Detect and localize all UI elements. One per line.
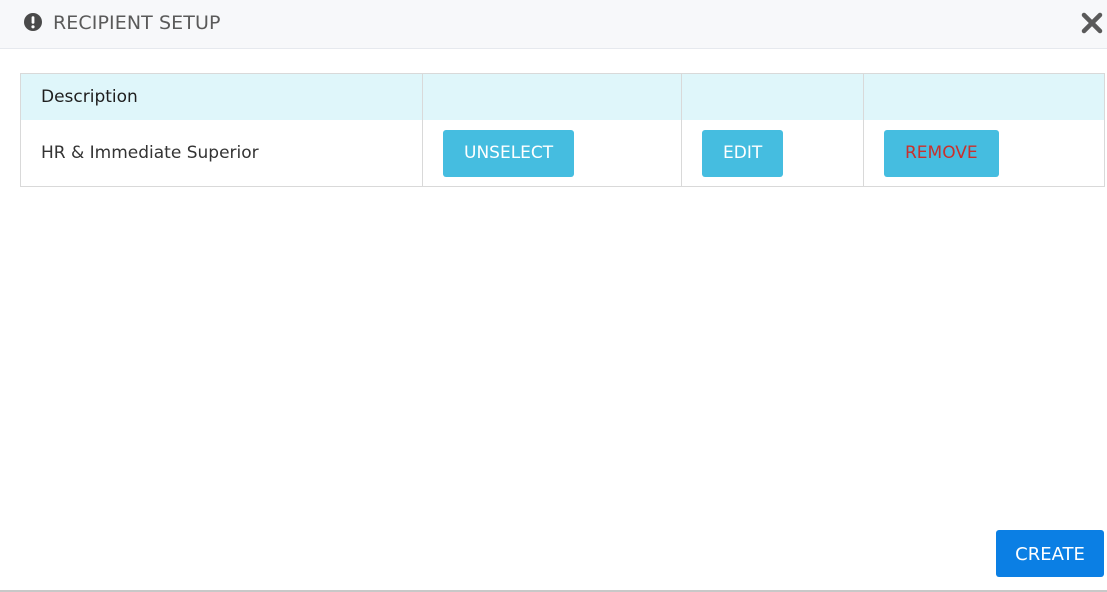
recipient-setup-dialog: RECIPIENT SETUP Description HR & Immedia… — [0, 0, 1107, 592]
table-header-row: Description — [20, 73, 1105, 120]
unselect-button[interactable]: UNSELECT — [443, 129, 575, 177]
table-row: HR & Immediate Superior UNSELECT EDIT RE… — [20, 120, 1105, 187]
edit-button[interactable]: EDIT — [702, 129, 784, 177]
exclamation-circle-icon — [24, 13, 42, 31]
column-header-description: Description — [20, 73, 423, 120]
recipient-table: Description HR & Immediate Superior UNSE… — [20, 73, 1105, 187]
remove-button[interactable]: REMOVE — [884, 129, 999, 177]
create-button[interactable]: CREATE — [996, 530, 1104, 577]
row-description: HR & Immediate Superior — [20, 120, 423, 187]
dialog-header: RECIPIENT SETUP — [0, 0, 1107, 49]
column-header-unselect — [422, 73, 682, 120]
dialog-title: RECIPIENT SETUP — [53, 12, 221, 34]
unselect-cell: UNSELECT — [422, 120, 682, 187]
column-header-remove — [863, 73, 1105, 120]
close-icon[interactable] — [1080, 11, 1104, 35]
remove-cell: REMOVE — [863, 120, 1105, 187]
column-header-edit — [681, 73, 864, 120]
edit-cell: EDIT — [681, 120, 864, 187]
